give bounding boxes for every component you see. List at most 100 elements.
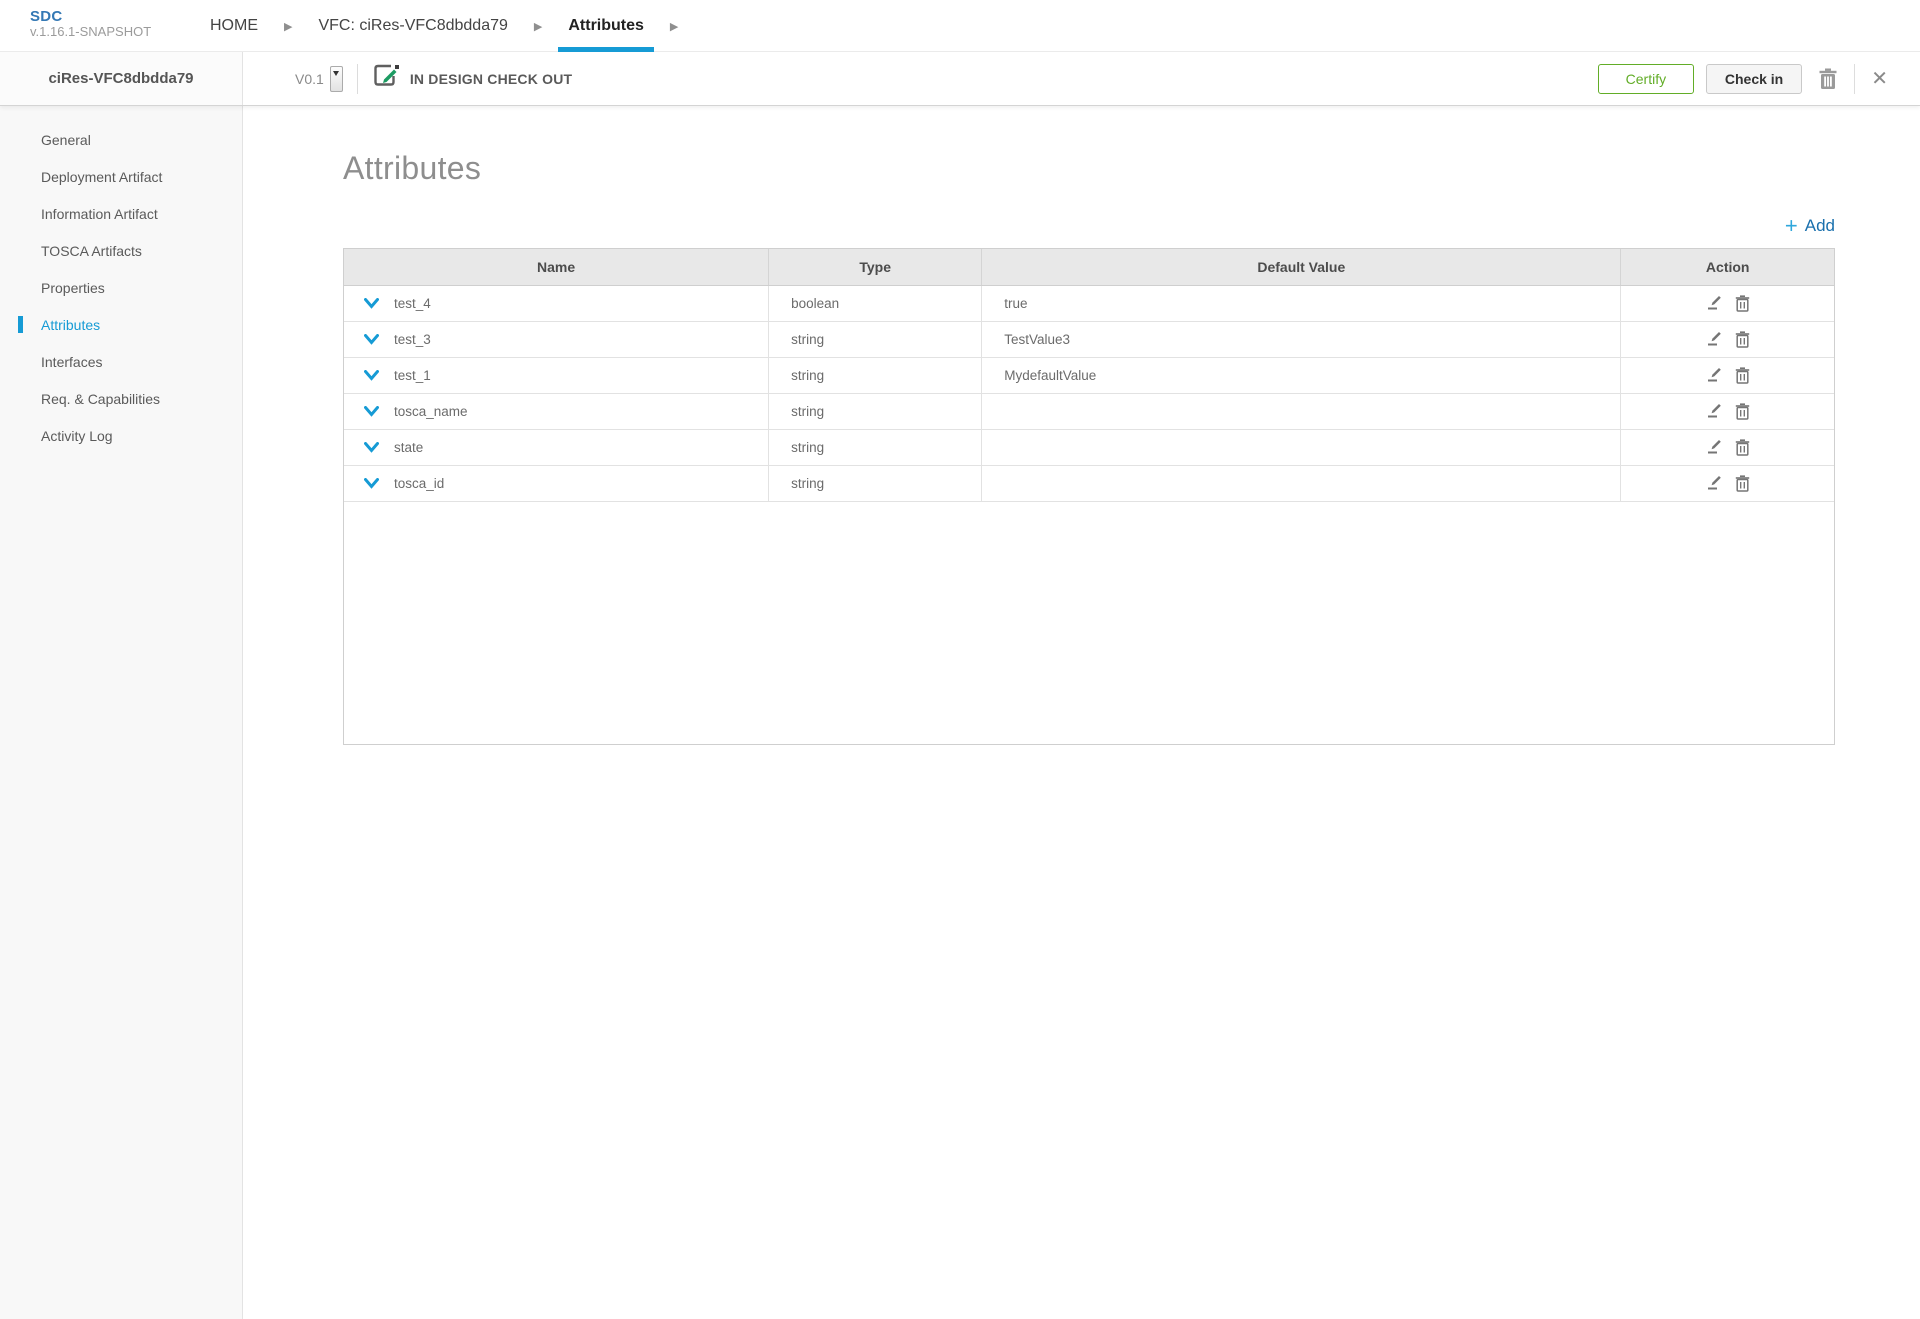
pencil-icon bbox=[1706, 331, 1723, 348]
edit-attribute-button[interactable] bbox=[1706, 439, 1723, 456]
delete-attribute-button[interactable] bbox=[1735, 403, 1750, 420]
version-dropdown-spinner[interactable] bbox=[330, 66, 343, 92]
expand-row-button[interactable] bbox=[364, 442, 379, 453]
sidebar-item-label: Activity Log bbox=[41, 428, 113, 444]
sidebar-item[interactable]: General bbox=[0, 121, 242, 158]
expand-row-button[interactable] bbox=[364, 406, 379, 417]
trash-icon bbox=[1735, 475, 1750, 492]
attributes-table-container: Name Type Default Value Action bbox=[343, 248, 1835, 745]
app-logo-text: SDC bbox=[30, 8, 151, 25]
version-label: V0.1 bbox=[295, 71, 324, 87]
chevron-down-icon bbox=[333, 71, 339, 76]
sidebar: General Deployment Artifact Information … bbox=[0, 105, 243, 1319]
chevron-down-icon bbox=[364, 370, 379, 381]
trash-icon bbox=[1818, 68, 1838, 90]
attribute-name: tosca_name bbox=[394, 404, 468, 419]
chevron-down-icon bbox=[364, 406, 379, 417]
edit-attribute-button[interactable] bbox=[1706, 403, 1723, 420]
chevron-down-icon bbox=[364, 442, 379, 453]
delete-attribute-button[interactable] bbox=[1735, 367, 1750, 384]
plus-icon: + bbox=[1785, 216, 1798, 236]
lifecycle-status-text: IN DESIGN CHECK OUT bbox=[410, 71, 572, 87]
chevron-down-icon bbox=[364, 334, 379, 345]
checkin-button[interactable]: Check in bbox=[1706, 64, 1802, 94]
table-row: test_1 string MydefaultValue bbox=[344, 357, 1834, 393]
sidebar-item[interactable]: Attributes bbox=[0, 306, 242, 343]
chevron-right-icon: ▶ bbox=[270, 0, 306, 52]
top-bar: SDC v.1.16.1-SNAPSHOT HOME ▶ VFC: ciRes-… bbox=[0, 0, 1920, 52]
edit-attribute-button[interactable] bbox=[1706, 331, 1723, 348]
delete-attribute-button[interactable] bbox=[1735, 331, 1750, 348]
attribute-type: string bbox=[769, 429, 982, 465]
table-row: tosca_name string bbox=[344, 393, 1834, 429]
edit-attribute-button[interactable] bbox=[1706, 475, 1723, 492]
sidebar-item[interactable]: Interfaces bbox=[0, 343, 242, 380]
expand-row-button[interactable] bbox=[364, 334, 379, 345]
delete-attribute-button[interactable] bbox=[1735, 475, 1750, 492]
breadcrumb-tab-label: HOME bbox=[210, 17, 258, 35]
close-button[interactable]: ✕ bbox=[1867, 62, 1892, 95]
sidebar-item[interactable]: TOSCA Artifacts bbox=[0, 232, 242, 269]
attribute-default-value bbox=[982, 393, 1621, 429]
expand-row-button[interactable] bbox=[364, 478, 379, 489]
expand-row-button[interactable] bbox=[364, 298, 379, 309]
breadcrumb: HOME ▶ VFC: ciRes-VFC8dbdda79 ▶ Attribut… bbox=[198, 0, 692, 52]
trash-icon bbox=[1735, 367, 1750, 384]
sidebar-item[interactable]: Information Artifact bbox=[0, 195, 242, 232]
add-attribute-button[interactable]: + Add bbox=[1785, 216, 1835, 236]
column-header-name: Name bbox=[344, 249, 769, 285]
attributes-table: Name Type Default Value Action bbox=[344, 249, 1834, 502]
attribute-type: string bbox=[769, 465, 982, 501]
table-row: tosca_id string bbox=[344, 465, 1834, 501]
table-row: test_4 boolean true bbox=[344, 285, 1834, 321]
chevron-right-icon: ▶ bbox=[520, 0, 556, 52]
edit-attribute-button[interactable] bbox=[1706, 367, 1723, 384]
column-header-default: Default Value bbox=[982, 249, 1621, 285]
sidebar-item-label: Deployment Artifact bbox=[41, 169, 162, 185]
table-row: state string bbox=[344, 429, 1834, 465]
trash-icon bbox=[1735, 439, 1750, 456]
sidebar-item[interactable]: Activity Log bbox=[0, 417, 242, 454]
lifecycle-status: IN DESIGN CHECK OUT bbox=[372, 63, 572, 94]
trash-icon bbox=[1735, 331, 1750, 348]
expand-row-button[interactable] bbox=[364, 370, 379, 381]
pencil-icon bbox=[1706, 475, 1723, 492]
pencil-icon bbox=[1706, 403, 1723, 420]
sidebar-item[interactable]: Properties bbox=[0, 269, 242, 306]
attribute-default-value bbox=[982, 465, 1621, 501]
attribute-name: state bbox=[394, 440, 423, 455]
column-header-action: Action bbox=[1621, 249, 1834, 285]
main-content: Attributes + Add Name Type Default Value… bbox=[243, 105, 1920, 1319]
sidebar-item[interactable]: Deployment Artifact bbox=[0, 158, 242, 195]
delete-attribute-button[interactable] bbox=[1735, 295, 1750, 312]
sidebar-item-label: General bbox=[41, 132, 91, 148]
sidebar-item[interactable]: Req. & Capabilities bbox=[0, 380, 242, 417]
delete-component-button[interactable] bbox=[1814, 64, 1842, 94]
version-selector[interactable]: V0.1 bbox=[295, 66, 343, 92]
certify-button[interactable]: Certify bbox=[1598, 64, 1694, 94]
checkout-icon bbox=[372, 63, 400, 94]
chevron-right-icon: ▶ bbox=[656, 0, 692, 52]
edit-attribute-button[interactable] bbox=[1706, 295, 1723, 312]
workspace-header: ciRes-VFC8dbdda79 V0.1 IN DESIGN CHECK O… bbox=[0, 52, 1920, 105]
breadcrumb-tab[interactable]: VFC: ciRes-VFC8dbdda79 bbox=[306, 0, 519, 52]
attribute-name: test_3 bbox=[394, 332, 431, 347]
breadcrumb-tab-label: Attributes bbox=[568, 17, 644, 35]
attribute-name: test_1 bbox=[394, 368, 431, 383]
sidebar-item-label: Req. & Capabilities bbox=[41, 391, 160, 407]
chevron-down-icon bbox=[364, 478, 379, 489]
trash-icon bbox=[1735, 295, 1750, 312]
attribute-type: string bbox=[769, 321, 982, 357]
delete-attribute-button[interactable] bbox=[1735, 439, 1750, 456]
divider bbox=[357, 64, 358, 94]
breadcrumb-tab[interactable]: HOME bbox=[198, 0, 270, 52]
pencil-icon bbox=[1706, 439, 1723, 456]
add-label: Add bbox=[1805, 216, 1835, 236]
column-header-type: Type bbox=[769, 249, 982, 285]
sidebar-item-label: Interfaces bbox=[41, 354, 102, 370]
sidebar-item-label: TOSCA Artifacts bbox=[41, 243, 142, 259]
table-header-row: Name Type Default Value Action bbox=[344, 249, 1834, 285]
component-name: ciRes-VFC8dbdda79 bbox=[0, 52, 243, 105]
breadcrumb-tab[interactable]: Attributes bbox=[556, 0, 656, 52]
header-actions: Certify Check in ✕ bbox=[1598, 52, 1892, 105]
